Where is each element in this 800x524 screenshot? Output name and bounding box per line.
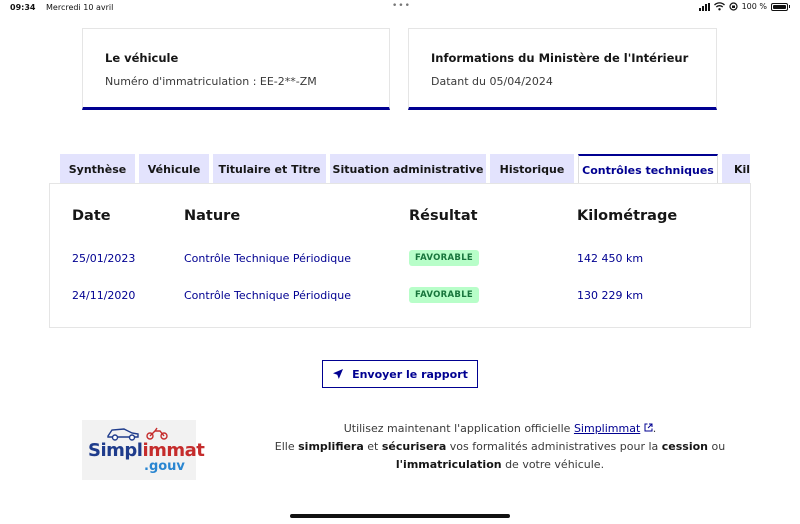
ministere-card-title: Informations du Ministère de l'Intérieur	[431, 51, 689, 65]
header-date: Date	[72, 208, 111, 224]
simplimmat-logo: Simplimmat .gouv	[82, 420, 205, 480]
wifi-icon	[713, 2, 725, 11]
tab-bar: Synthèse Véhicule Titulaire et Titre Sit…	[58, 154, 750, 184]
send-report-label: Envoyer le rapport	[352, 367, 468, 381]
external-link-icon	[644, 423, 653, 432]
battery-percent: 100 %	[741, 2, 767, 11]
vehicle-card-title: Le véhicule	[105, 51, 179, 65]
logo-gouv: .gouv	[144, 459, 185, 474]
simplimmat-promo: Utilisez maintenant l'application offici…	[274, 422, 726, 471]
tab-vehicule[interactable]: Véhicule	[139, 154, 209, 184]
orientation-lock-icon	[728, 2, 738, 11]
vehicle-registration: Numéro d'immatriculation : EE-2**-ZM	[105, 75, 317, 88]
header-kilometrage: Kilométrage	[577, 208, 678, 224]
vehicle-card: Le véhicule Numéro d'immatriculation : E…	[82, 28, 390, 110]
header-resultat: Résultat	[409, 208, 478, 224]
battery-icon	[771, 2, 788, 11]
row-km: 142 450 km	[577, 252, 644, 265]
row-date: 24/11/2020	[72, 289, 136, 302]
row-nature: Contrôle Technique Périodique	[184, 289, 351, 302]
ministere-card: Informations du Ministère de l'Intérieur…	[408, 28, 717, 110]
status-badge: FAVORABLE	[409, 250, 480, 266]
home-indicator[interactable]	[290, 514, 510, 518]
row-nature: Contrôle Technique Périodique	[184, 252, 351, 265]
status-left: 09:34 Mercredi 10 avril	[10, 3, 113, 12]
status-time: 09:34	[10, 3, 36, 12]
status-bar: 09:34 Mercredi 10 avril ••• 100 %	[0, 0, 800, 16]
send-report-button[interactable]: Envoyer le rapport	[322, 360, 478, 388]
logo-wordmark: Simplimmat	[88, 440, 205, 461]
tab-titulaire[interactable]: Titulaire et Titre	[213, 154, 326, 184]
tab-kilometrage[interactable]: Kilo	[722, 154, 750, 184]
header-nature: Nature	[184, 208, 241, 224]
status-right: 100 %	[698, 2, 790, 11]
simplimmat-link[interactable]: Simplimmat	[574, 422, 640, 435]
ministere-date: Datant du 05/04/2024	[431, 75, 553, 88]
tab-situation-administrative[interactable]: Situation administrative	[330, 154, 486, 184]
multitasking-dots-icon[interactable]: •••	[392, 1, 411, 11]
status-badge: FAVORABLE	[409, 287, 480, 303]
tab-synthese[interactable]: Synthèse	[60, 154, 135, 184]
row-date: 25/01/2023	[72, 252, 136, 265]
car-moto-icon	[107, 427, 168, 441]
tab-controles-techniques[interactable]: Contrôles techniques	[578, 154, 718, 184]
tab-historique[interactable]: Historique	[490, 154, 574, 184]
send-arrow-icon	[333, 369, 344, 379]
row-km: 130 229 km	[577, 289, 644, 302]
signal-icon	[698, 2, 710, 11]
status-date: Mercredi 10 avril	[46, 3, 114, 12]
controles-panel: Date Nature Résultat Kilométrage 25/01/2…	[49, 183, 751, 328]
